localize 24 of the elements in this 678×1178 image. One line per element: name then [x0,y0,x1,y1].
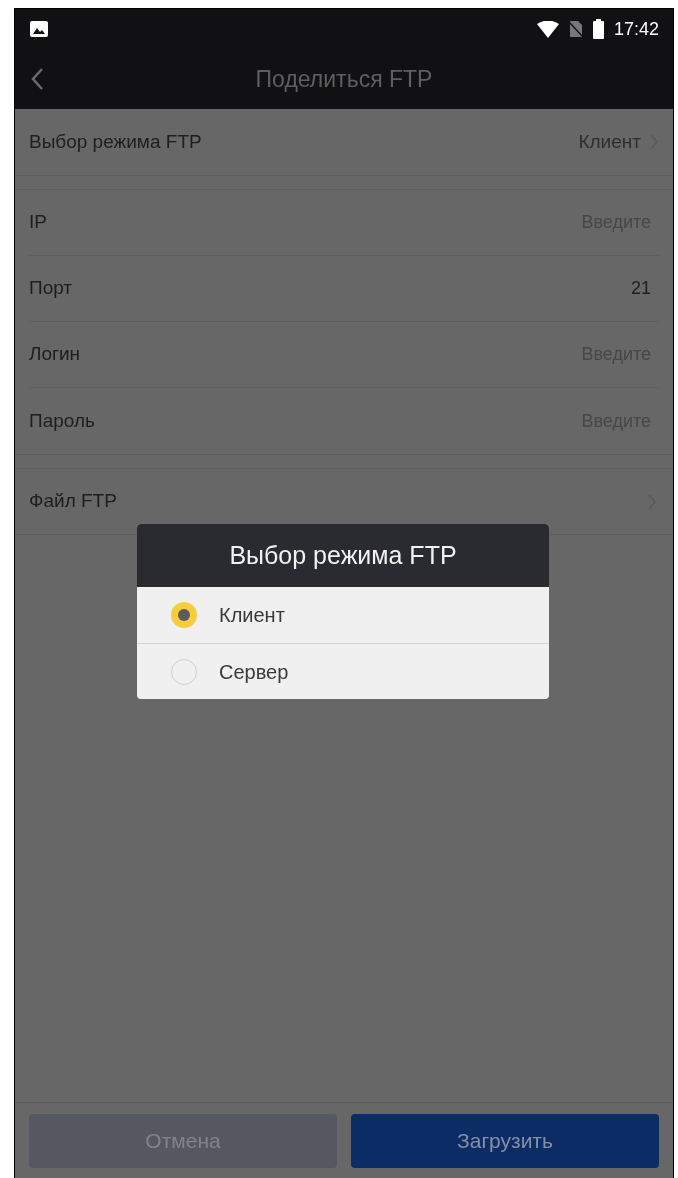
radio-option[interactable]: Сервер [137,643,549,699]
row-label: Логин [29,342,81,367]
wifi-icon [536,20,559,38]
text-input-field[interactable]: 21 [459,275,659,302]
row-label: Файл FTP [29,489,117,514]
dialog-title: Выбор режима FTP [229,539,457,571]
mode-select-row[interactable]: Выбор режима FTP Клиент [15,109,673,175]
option-label: Клиент [219,603,285,628]
row-label: Пароль [29,408,95,433]
row-label: IP [29,210,47,235]
screen-title: Поделиться FTP [255,64,433,94]
image-icon [29,20,49,38]
row-label: Порт [29,276,73,301]
row-value: Клиент [578,129,641,154]
ftp-file-row[interactable]: Файл FTP [15,469,673,534]
option-label: Сервер [219,659,289,685]
row-label: Выбор режима FTP [29,129,202,154]
radio-button[interactable] [171,602,197,628]
battery-icon [592,19,604,39]
radio-option[interactable]: Клиент [137,587,549,643]
no-sim-icon [568,20,583,38]
clock-time: 17:42 [613,17,659,41]
back-chevron-icon [30,67,44,91]
upload-button[interactable]: Загрузить [351,1113,659,1168]
